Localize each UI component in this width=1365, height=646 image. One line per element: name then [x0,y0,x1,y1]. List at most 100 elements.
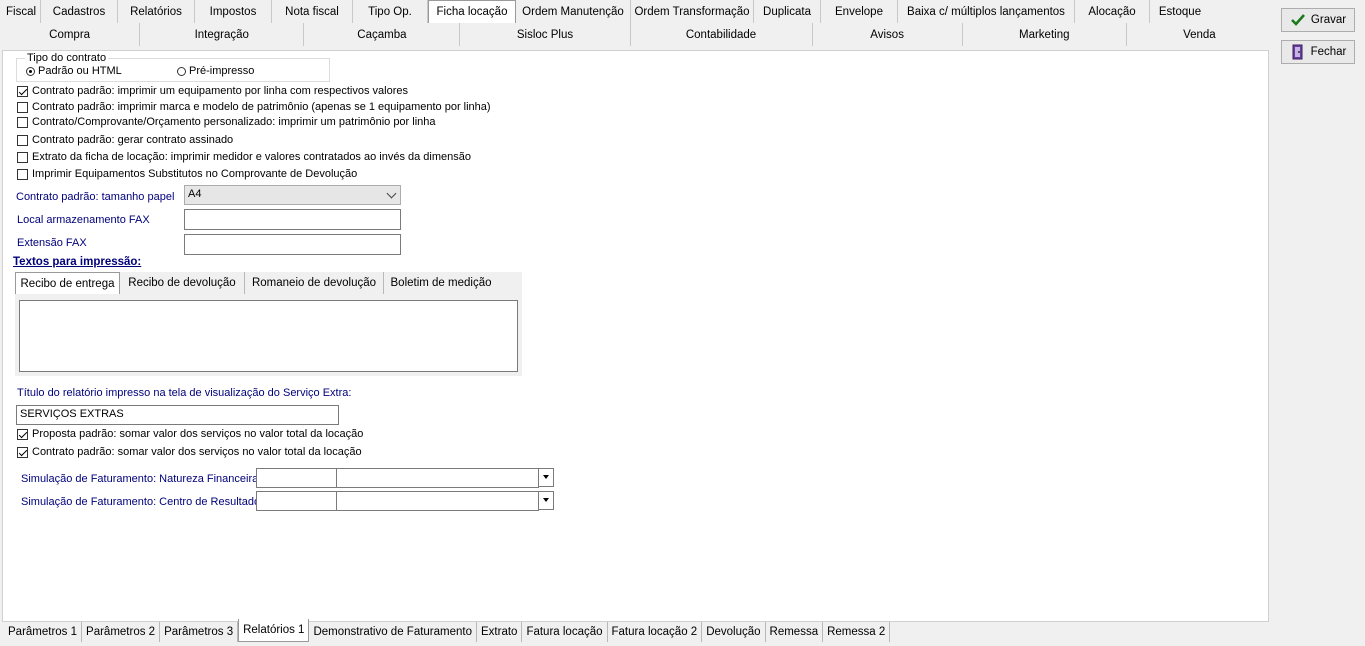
tab-parametros-2[interactable]: Parâmetros 2 [82,622,161,642]
tab-demonstrativo-faturamento[interactable]: Demonstrativo de Faturamento [309,622,477,642]
tab-contabilidade[interactable]: Contabilidade [631,23,813,46]
simulation-nature-dropdown-button[interactable] [538,468,554,487]
fax-extension-label: Extensão FAX [17,237,87,249]
simulation-nature-description-input[interactable] [336,468,539,488]
tab-ordem-manutencao[interactable]: Ordem Manutenção [516,0,631,23]
checkbox-unchecked-icon [17,151,28,163]
fax-storage-input[interactable] [184,209,401,230]
tab-parametros-3[interactable]: Parâmetros 3 [160,622,239,642]
contract-type-group: Tipo do contrato Padrão ou HTML Pré-impr… [16,52,330,82]
tab-impostos[interactable]: Impostos [195,0,272,23]
tab-extrato[interactable]: Extrato [477,622,523,642]
tab-relatorios-1[interactable]: Relatórios 1 [238,619,310,642]
tab-estoque[interactable]: Estoque [1150,0,1210,23]
tab-cacamba[interactable]: Caçamba [304,23,461,46]
door-exit-icon [1290,44,1306,60]
tab-recibo-devolucao[interactable]: Recibo de devolução [120,272,245,294]
tab-alocacao[interactable]: Alocação [1075,0,1150,23]
simulation-center-dropdown-button[interactable] [538,491,554,510]
checkbox-label: Extrato da ficha de locação: imprimir me… [32,151,472,163]
print-texts-tab-row: Recibo de entrega Recibo de devolução Ro… [15,272,522,294]
checkbox-unchecked-icon [17,168,28,180]
checkbox-checked-icon [17,428,28,440]
tab-venda[interactable]: Venda [1127,23,1272,46]
tab-envelope[interactable]: Envelope [821,0,898,23]
tab-nota-fiscal[interactable]: Nota fiscal [272,0,353,23]
paper-size-label: Contrato padrão: tamanho papel [16,191,175,203]
extra-service-title-label: Título do relatório impresso na tela de … [17,387,352,399]
radio-unselected-icon [177,66,186,76]
radio-pre-impresso[interactable]: Pré-impresso [177,65,254,77]
checkbox-custom-one-asset-per-line[interactable]: Contrato/Comprovante/Orçamento personali… [17,116,436,128]
checkbox-label: Contrato padrão: gerar contrato assinado [32,134,234,146]
top-tab-row-2: Compra Integração Caçamba Sisloc Plus Co… [0,23,1272,46]
checkbox-statement-meter-values[interactable]: Extrato da ficha de locação: imprimir me… [17,151,471,163]
tab-fiscal[interactable]: Fiscal [2,0,41,23]
checkbox-unchecked-icon [17,116,28,128]
tab-parametros-1[interactable]: Parâmetros 1 [4,622,83,642]
bottom-tab-bar: Parâmetros 1 Parâmetros 2 Parâmetros 3 R… [4,619,891,642]
simulation-center-description-input[interactable] [336,491,539,511]
tab-remessa-2[interactable]: Remessa 2 [823,622,891,642]
checkbox-label: Imprimir Equipamentos Substitutos no Com… [32,168,358,180]
close-button-label: Fechar [1310,46,1347,58]
checkmark-icon [1290,12,1306,28]
simulation-nature-code-input[interactable] [256,468,337,488]
radio-padrao-html[interactable]: Padrão ou HTML [26,65,122,77]
tab-boletim-medicao[interactable]: Boletim de medição [384,272,498,294]
checkbox-proposal-sum-services[interactable]: Proposta padrão: somar valor dos serviço… [17,428,363,440]
top-tab-bar: Fiscal Cadastros Relatórios Impostos Not… [0,0,1272,46]
checkbox-unchecked-icon [17,101,28,113]
simulation-center-code-input[interactable] [256,491,337,511]
tab-integracao[interactable]: Integração [140,23,305,46]
paper-size-select[interactable]: A4 [184,185,401,205]
checkbox-print-substitute-equipment[interactable]: Imprimir Equipamentos Substitutos no Com… [17,168,357,180]
save-button-label: Gravar [1310,14,1347,26]
checkbox-label: Proposta padrão: somar valor dos serviço… [32,428,364,440]
chevron-down-icon [386,188,397,199]
fax-storage-label: Local armazenamento FAX [17,214,150,226]
checkbox-checked-icon [17,446,28,458]
extra-service-title-input[interactable]: SERVIÇOS EXTRAS [16,405,339,425]
checkbox-print-one-equipment-per-line[interactable]: Contrato padrão: imprimir um equipamento… [17,85,408,97]
tab-ordem-transformacao[interactable]: Ordem Transformação [631,0,754,23]
tab-fatura-locacao-2[interactable]: Fatura locação 2 [608,622,703,642]
print-text-memo[interactable] [19,300,518,372]
tab-baixa-multiplos[interactable]: Baixa c/ múltiplos lançamentos [898,0,1075,23]
tab-recibo-entrega[interactable]: Recibo de entrega [15,272,120,294]
checkbox-contract-sum-services[interactable]: Contrato padrão: somar valor dos serviço… [17,446,362,458]
checkbox-unchecked-icon [17,134,28,146]
fax-extension-input[interactable] [184,234,401,255]
radio-pre-impresso-label: Pré-impresso [189,65,255,77]
radio-selected-icon [26,66,35,76]
contract-type-title: Tipo do contrato [25,52,109,64]
simulation-center-label: Simulação de Faturamento: Centro de Resu… [21,496,261,508]
simulation-nature-label: Simulação de Faturamento: Natureza Finan… [21,473,259,485]
checkbox-generate-signed-contract[interactable]: Contrato padrão: gerar contrato assinado [17,134,233,146]
print-texts-tabs: Recibo de entrega Recibo de devolução Ro… [15,272,522,376]
tab-compra[interactable]: Compra [0,23,141,46]
checkbox-label: Contrato padrão: imprimir marca e modelo… [32,101,491,113]
tab-tipo-op[interactable]: Tipo Op. [353,0,428,23]
tab-cadastros[interactable]: Cadastros [41,0,118,23]
checkbox-label: Contrato padrão: somar valor dos serviço… [32,446,362,458]
tab-devolucao[interactable]: Devolução [702,622,766,642]
tab-avisos[interactable]: Avisos [813,23,963,46]
top-tab-row-1: Fiscal Cadastros Relatórios Impostos Not… [0,0,1272,23]
tab-marketing[interactable]: Marketing [963,23,1127,46]
save-button[interactable]: Gravar [1281,8,1355,32]
checkbox-label: Contrato/Comprovante/Orçamento personali… [32,116,436,128]
tab-ficha-locacao[interactable]: Ficha locação [428,0,516,23]
tab-remessa[interactable]: Remessa [766,622,824,642]
paper-size-value: A4 [188,188,202,200]
checkbox-label: Contrato padrão: imprimir um equipamento… [32,85,409,97]
tab-relatorios[interactable]: Relatórios [118,0,195,23]
tab-fatura-locacao[interactable]: Fatura locação [522,622,608,642]
radio-padrao-html-label: Padrão ou HTML [38,65,122,77]
tab-sisloc-plus[interactable]: Sisloc Plus [460,23,631,46]
checkbox-print-brand-model[interactable]: Contrato padrão: imprimir marca e modelo… [17,101,491,113]
tab-romaneio-devolucao[interactable]: Romaneio de devolução [245,272,384,294]
print-texts-title: Textos para impressão: [13,256,142,268]
close-button[interactable]: Fechar [1281,40,1355,64]
tab-duplicata[interactable]: Duplicata [754,0,821,23]
